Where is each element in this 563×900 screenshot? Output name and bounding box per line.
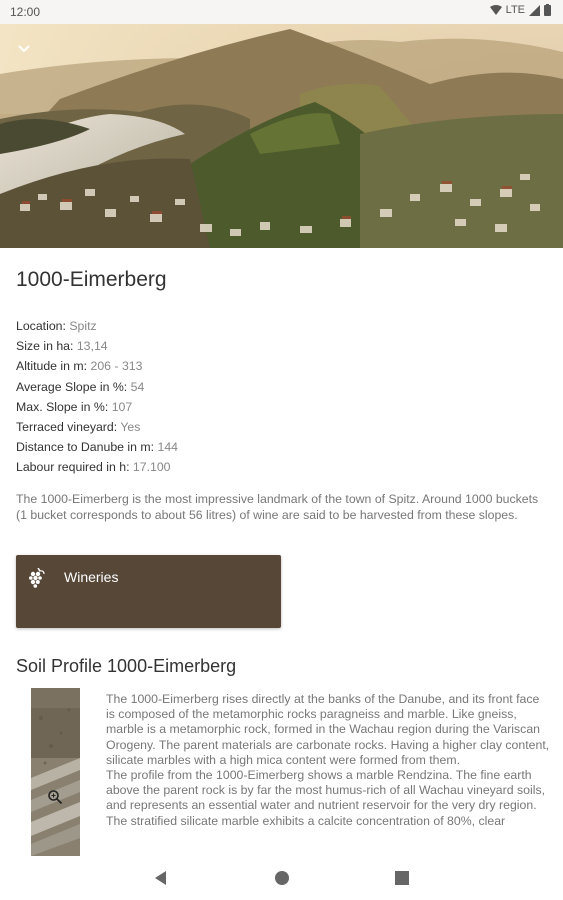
home-circle-icon[interactable]: [272, 868, 292, 888]
wineries-button[interactable]: Wineries: [16, 555, 281, 628]
fact-labour: Labour required in h: 17.100: [16, 460, 171, 475]
fact-max-slope: Max. Slope in %: 107: [16, 399, 133, 414]
system-navigation-bar: [0, 856, 563, 900]
status-time: 12:00: [10, 5, 41, 19]
soil-profile-heading: Soil Profile 1000-Eimerberg: [16, 656, 237, 676]
network-label: LTE: [505, 4, 525, 16]
soil-paragraph: The stratified silicate marble exhibits …: [106, 813, 506, 828]
vineyard-description: The 1000-Eimerberg is the most impressiv…: [16, 492, 539, 522]
soil-paragraph: The profile from the 1000-Eimerberg show…: [106, 768, 546, 813]
vineyard-facts: Location: Spitz Size in ha: 13,14 Altitu…: [16, 316, 178, 478]
status-bar: 12:00 LTE: [0, 0, 563, 24]
signal-icon: [529, 4, 540, 16]
magnifier-icon[interactable]: [47, 789, 63, 805]
page-title: 1000-Eimerberg: [16, 268, 167, 291]
hero-image: [0, 24, 563, 248]
wifi-icon: [489, 5, 502, 15]
status-icons: LTE: [489, 4, 551, 16]
soil-paragraph: The 1000-Eimerberg rises directly at the…: [106, 692, 550, 767]
soil-profile-text: The 1000-Eimerberg rises directly at the…: [106, 692, 550, 858]
grapes-icon: [29, 568, 45, 588]
fact-altitude: Altitude in m: 206 - 313: [16, 359, 143, 374]
back-triangle-icon[interactable]: [151, 868, 171, 888]
fact-distance-danube: Distance to Danube in m: 144: [16, 440, 179, 455]
recents-square-icon[interactable]: [392, 868, 412, 888]
fact-size: Size in ha: 13,14: [16, 339, 108, 354]
soil-profile-image[interactable]: [31, 688, 80, 856]
wineries-button-label: Wineries: [64, 569, 119, 585]
chevron-down-icon[interactable]: [14, 38, 34, 58]
fact-terraced: Terraced vineyard: Yes: [16, 420, 141, 435]
fact-location: Location: Spitz: [16, 319, 97, 333]
battery-icon: [544, 4, 551, 16]
fact-average-slope: Average Slope in %: 54: [16, 379, 145, 394]
